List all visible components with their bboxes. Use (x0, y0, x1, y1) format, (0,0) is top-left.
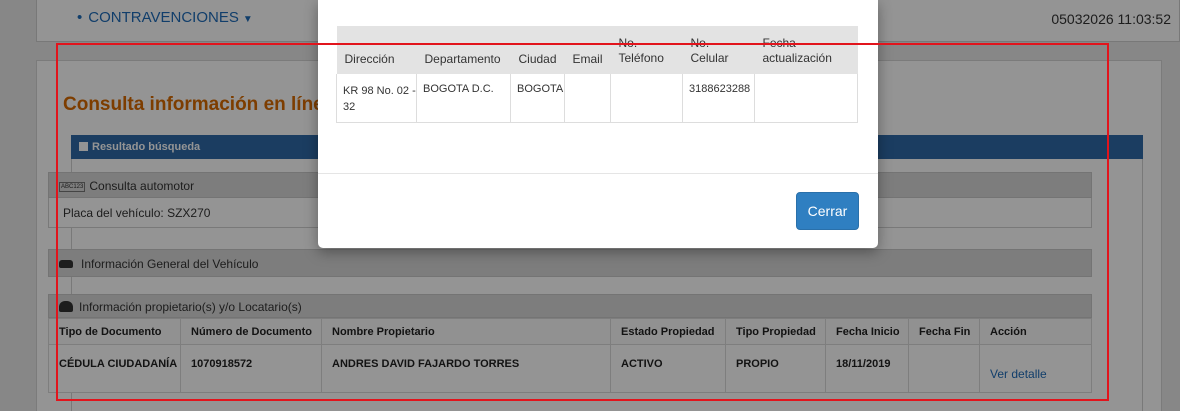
cell-direccion: KR 98 No. 02 - 32 (336, 74, 417, 123)
cell-fecha-actualizacion (754, 74, 858, 123)
cell-email (564, 74, 611, 123)
cell-celular: 3188623288 (682, 74, 755, 123)
col-ciudad: Ciudad (510, 26, 565, 74)
address-table: Dirección Departamento Ciudad Email No. … (336, 26, 858, 123)
modal-footer-divider (318, 173, 878, 174)
cell-departamento: BOGOTA D.C. (416, 74, 511, 123)
close-button[interactable]: Cerrar (796, 192, 859, 230)
col-departamento: Departamento (416, 26, 511, 74)
col-direccion: Dirección (336, 26, 417, 74)
col-email: Email (564, 26, 611, 74)
table-row: KR 98 No. 02 - 32 BOGOTA D.C. BOGOTA 318… (336, 74, 858, 123)
address-modal: Dirección Departamento Ciudad Email No. … (318, 0, 878, 248)
address-header-row: Dirección Departamento Ciudad Email No. … (336, 26, 858, 74)
col-telefono: No. Teléfono (610, 26, 683, 74)
col-fecha-actualizacion: Fecha actualización (754, 26, 858, 74)
cell-ciudad: BOGOTA (510, 74, 565, 123)
col-celular: No. Celular (682, 26, 755, 74)
cell-telefono (610, 74, 683, 123)
